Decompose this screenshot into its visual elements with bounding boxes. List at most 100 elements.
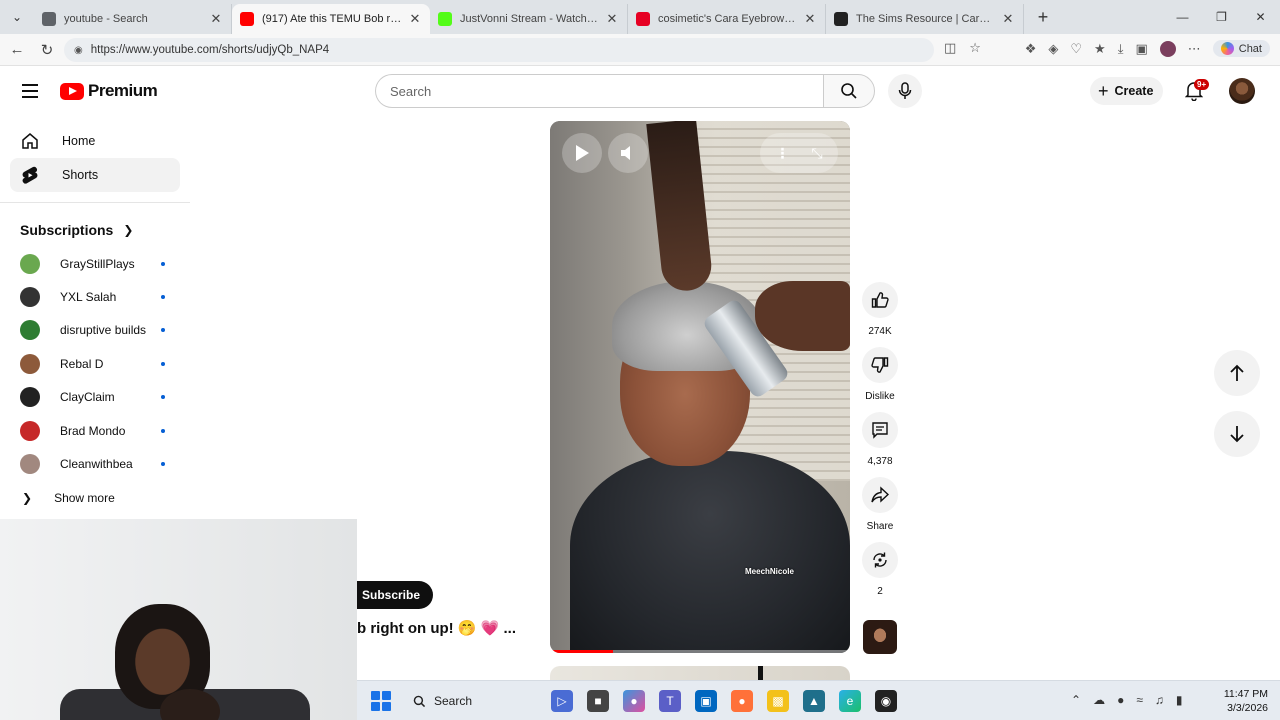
close-tab-icon[interactable]: ✕ bbox=[408, 11, 422, 27]
close-tab-icon[interactable]: ✕ bbox=[1001, 11, 1015, 27]
browser-tab[interactable]: cosimetic's Cara Eyebrows | NO 31 ✕ bbox=[628, 4, 826, 34]
obs-icon[interactable]: ◉ bbox=[875, 690, 897, 712]
taskbar-apps: ▷ ■ ● T ▣ ● ▩ ▲ e ◉ bbox=[551, 690, 897, 712]
comment-action[interactable]: 4,378 bbox=[860, 412, 900, 467]
start-button[interactable] bbox=[371, 691, 391, 711]
thumbs-down-icon[interactable] bbox=[862, 347, 898, 383]
subscribe-button[interactable]: Subscribe bbox=[357, 581, 434, 609]
comment-icon[interactable] bbox=[862, 412, 898, 448]
downloads-icon[interactable]: ⤓ bbox=[1118, 41, 1124, 57]
account-avatar[interactable] bbox=[1229, 78, 1255, 104]
tab-actions-menu-icon[interactable]: ⌄ bbox=[0, 0, 34, 34]
voice-search-button[interactable] bbox=[888, 74, 922, 108]
thumbs-up-action[interactable]: 274K bbox=[860, 282, 900, 337]
browser-tab-strip: ⌄ youtube - Search ✕ (917) Ate this TEMU B… bbox=[0, 0, 1280, 34]
more-options-icon[interactable]: ⋮ bbox=[775, 145, 789, 162]
firefox-icon[interactable]: ● bbox=[731, 690, 753, 712]
close-tab-icon[interactable]: ✕ bbox=[605, 11, 619, 27]
subscription-item[interactable]: Cleanwithbea bbox=[0, 447, 190, 480]
taskbar-search[interactable]: Search bbox=[403, 687, 543, 715]
webcam-overlay bbox=[0, 519, 357, 720]
remix-icon[interactable] bbox=[862, 542, 898, 578]
shorts-icon bbox=[20, 165, 40, 185]
progress-bar[interactable] bbox=[550, 650, 850, 653]
copilot-chat-button[interactable]: Chat bbox=[1212, 40, 1270, 57]
youtube-logo[interactable]: Premium bbox=[60, 81, 158, 101]
thumbs-down-action[interactable]: Dislike bbox=[860, 347, 900, 402]
subscription-item[interactable]: ClayClaim bbox=[0, 381, 190, 414]
speaker-icon[interactable]: ♫ bbox=[1155, 693, 1164, 707]
restore-icon[interactable]: ❐ bbox=[1202, 0, 1241, 34]
cloud-icon[interactable]: ☁ bbox=[1093, 693, 1105, 707]
close-tab-icon[interactable]: ✕ bbox=[803, 11, 817, 27]
teams-icon[interactable]: T bbox=[659, 690, 681, 712]
clipchamp-icon[interactable]: ▷ bbox=[551, 690, 573, 712]
subscription-item[interactable]: GrayStillPlays bbox=[0, 247, 190, 280]
youtube-header: Premium + Create 9+ bbox=[0, 67, 1280, 115]
menu-icon[interactable] bbox=[18, 79, 42, 103]
subscription-item[interactable]: disruptive builds bbox=[0, 314, 190, 347]
subscription-item[interactable]: Rebal D bbox=[0, 347, 190, 380]
browser-tab[interactable]: JustVonni Stream - Watch Live on ✕ bbox=[430, 4, 628, 34]
refresh-icon[interactable]: ↻ bbox=[32, 41, 62, 59]
new-tab-button[interactable]: + bbox=[1028, 7, 1058, 28]
minimize-icon[interactable]: — bbox=[1163, 0, 1202, 34]
chevron-up-icon[interactable]: ⌃ bbox=[1071, 693, 1081, 707]
close-tab-icon[interactable]: ✕ bbox=[209, 11, 223, 27]
microphone-tray-icon[interactable]: ● bbox=[1117, 693, 1124, 707]
settings-more-icon[interactable]: ⋯ bbox=[1188, 41, 1201, 57]
plus-icon: + bbox=[1098, 81, 1109, 101]
collections-icon[interactable]: ♡ bbox=[1070, 41, 1082, 57]
fullscreen-icon[interactable]: ⤡ bbox=[811, 145, 822, 162]
mute-button[interactable] bbox=[608, 133, 648, 173]
favorite-star-icon[interactable]: ☆ bbox=[969, 40, 981, 56]
browser-essentials-icon[interactable]: ◈ bbox=[1048, 41, 1058, 57]
split-screen-icon[interactable]: ◫ bbox=[944, 40, 956, 56]
search-button[interactable] bbox=[823, 74, 875, 108]
new-content-dot bbox=[161, 361, 165, 366]
site-info-icon[interactable]: ◉ bbox=[74, 45, 83, 56]
action-label: 274K bbox=[868, 326, 892, 337]
copilot-app-icon[interactable]: ● bbox=[623, 690, 645, 712]
previous-short-button[interactable] bbox=[1214, 350, 1260, 396]
screenshot-icon[interactable]: ▣ bbox=[1135, 41, 1147, 57]
channel-avatar[interactable] bbox=[863, 620, 897, 654]
wifi-icon[interactable]: ≈ bbox=[1136, 693, 1143, 707]
taskbar-clock[interactable]: 11:47 PM 3/3/2026 bbox=[1224, 687, 1268, 715]
search-input[interactable] bbox=[375, 74, 823, 108]
file-icon[interactable]: ■ bbox=[587, 690, 609, 712]
url-field[interactable]: ◉ https://www.youtube.com/shorts/udjyQb_… bbox=[64, 38, 934, 62]
subscription-item[interactable]: YXL Salah bbox=[0, 280, 190, 313]
edge-icon[interactable]: e bbox=[839, 690, 861, 712]
subscriptions-header[interactable]: Subscriptions ❯ bbox=[0, 213, 190, 247]
profile-avatar[interactable] bbox=[1159, 40, 1176, 57]
file-explorer-icon[interactable]: ▩ bbox=[767, 690, 789, 712]
guide-sidebar: Home Shorts Subscriptions ❯ GrayStillPla… bbox=[0, 124, 190, 515]
extensions-icon[interactable]: ❖ bbox=[1025, 41, 1037, 57]
browser-tab[interactable]: (917) Ate this TEMU Bob right on u ✕ bbox=[232, 4, 430, 34]
show-more-button[interactable]: ❯ Show more bbox=[0, 481, 190, 515]
create-button[interactable]: + Create bbox=[1090, 77, 1164, 105]
short-video-player[interactable]: ⋮ ⤡ MeechNicole bbox=[550, 121, 850, 653]
store-icon[interactable]: ▣ bbox=[695, 690, 717, 712]
subscription-item[interactable]: Brad Mondo bbox=[0, 414, 190, 447]
thumbs-up-icon[interactable] bbox=[862, 282, 898, 318]
back-icon[interactable]: ← bbox=[2, 41, 32, 58]
channel-avatar bbox=[20, 287, 40, 308]
favorites-icon[interactable]: ★ bbox=[1094, 41, 1106, 57]
next-short-button[interactable] bbox=[1214, 411, 1260, 457]
share-icon[interactable] bbox=[862, 477, 898, 513]
play-button[interactable] bbox=[562, 133, 602, 173]
browser-tab[interactable]: The Sims Resource | Cara Eyebrows ✕ bbox=[826, 4, 1024, 34]
battery-icon[interactable]: ▮ bbox=[1176, 693, 1183, 707]
sidebar-item-shorts[interactable]: Shorts bbox=[10, 158, 180, 192]
channel-avatar bbox=[20, 353, 40, 374]
sidebar-item-home[interactable]: Home bbox=[10, 124, 180, 158]
close-window-icon[interactable]: ✕ bbox=[1241, 0, 1280, 34]
short-title[interactable]: b right on up! 🤭 💗 ... bbox=[357, 619, 516, 637]
browser-tab[interactable]: youtube - Search ✕ bbox=[34, 4, 232, 34]
share-action[interactable]: Share bbox=[860, 477, 900, 532]
terminal-icon[interactable]: ▲ bbox=[803, 690, 825, 712]
remix-action[interactable]: 2 bbox=[860, 542, 900, 597]
channel-avatar bbox=[20, 387, 40, 408]
